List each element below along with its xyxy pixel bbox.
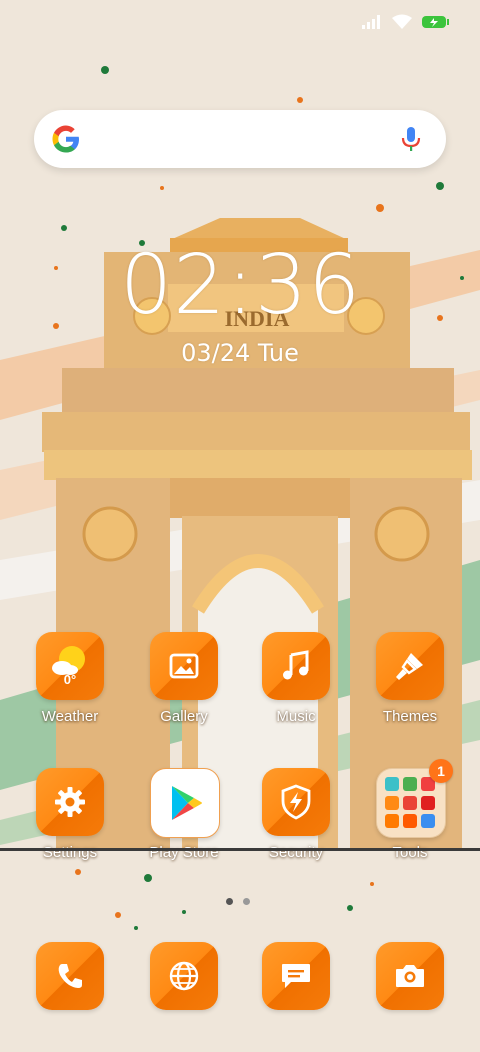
microphone-icon[interactable] — [396, 124, 426, 154]
wallpaper-divider — [0, 848, 480, 851]
messages-tile[interactable] — [262, 942, 330, 1010]
settings-tile[interactable] — [36, 768, 104, 836]
wifi-icon — [392, 14, 412, 29]
messages-icon — [282, 964, 310, 988]
app-label: Tools — [392, 844, 428, 861]
shield-bolt-icon — [281, 784, 311, 820]
themes-tile[interactable] — [376, 632, 444, 700]
phone-icon — [58, 964, 82, 988]
app-label: Settings — [42, 844, 98, 861]
dock-camera[interactable] — [360, 942, 460, 1052]
dock-phone[interactable] — [20, 942, 120, 1052]
dock-messages[interactable] — [246, 942, 346, 1052]
app-music[interactable]: Music — [246, 632, 346, 742]
security-tile[interactable] — [262, 768, 330, 836]
google-g-icon — [52, 125, 79, 153]
app-label: Themes — [382, 708, 438, 725]
app-security[interactable]: Security — [246, 768, 346, 878]
google-search-bar[interactable] — [34, 110, 446, 168]
browser-tile[interactable] — [150, 942, 218, 1010]
dock-browser[interactable] — [134, 942, 234, 1052]
gear-icon — [55, 787, 85, 817]
weather-temperature: 0° — [63, 672, 77, 687]
play-store-icon — [172, 786, 202, 820]
app-label: Security — [268, 844, 324, 861]
app-settings[interactable]: Settings — [20, 768, 120, 878]
play-store-tile[interactable] — [150, 768, 220, 838]
app-label: Weather — [41, 708, 99, 725]
page-dot[interactable] — [243, 898, 250, 905]
page-indicator[interactable] — [226, 898, 250, 905]
browser-globe-icon — [169, 961, 199, 991]
app-label: Gallery — [160, 708, 208, 725]
app-tools-folder[interactable]: 1 Tools — [360, 759, 460, 878]
paintbrush-icon — [396, 653, 423, 680]
camera-icon — [396, 965, 424, 987]
signal-icon — [362, 15, 380, 29]
app-label: Music — [276, 708, 316, 725]
camera-tile[interactable] — [376, 942, 444, 1010]
gallery-tile[interactable] — [150, 632, 218, 700]
app-gallery[interactable]: Gallery — [134, 632, 234, 742]
clock-date[interactable]: 03/24 Tue — [140, 338, 340, 368]
app-label: Play Store — [149, 844, 219, 861]
app-themes[interactable]: Themes — [360, 632, 460, 742]
music-tile[interactable] — [262, 632, 330, 700]
clock-time[interactable]: 02:36 — [120, 240, 360, 332]
music-note-icon — [283, 650, 309, 680]
folder-icon[interactable]: 1 — [376, 759, 453, 838]
app-weather[interactable]: 0° Weather — [20, 632, 120, 742]
status-bar — [362, 10, 450, 34]
app-play-store[interactable]: Play Store — [134, 768, 234, 878]
battery-charging-icon — [422, 16, 449, 28]
gallery-image-icon — [169, 653, 199, 679]
phone-tile[interactable] — [36, 942, 104, 1010]
page-dot-active[interactable] — [226, 898, 233, 905]
folder-mini-icons — [385, 777, 437, 829]
notification-badge: 1 — [429, 759, 453, 783]
weather-tile[interactable]: 0° — [36, 632, 104, 700]
